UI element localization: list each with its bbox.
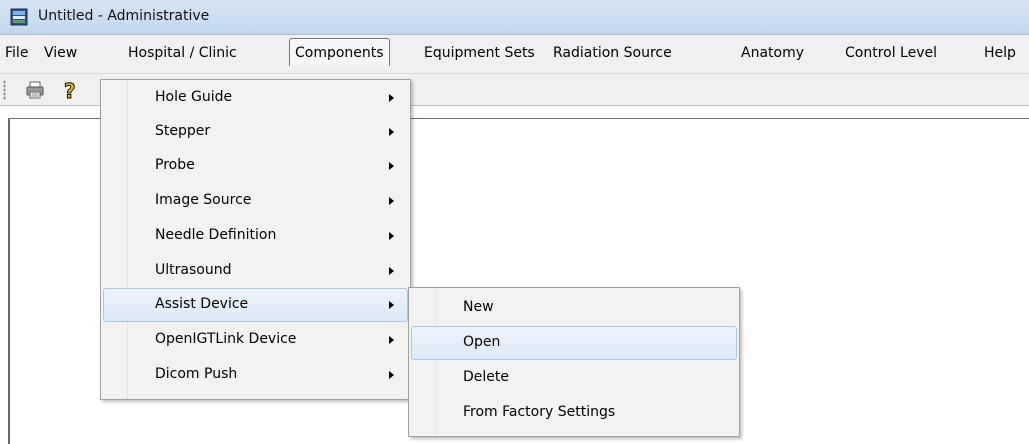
menu-item-label: New [463,299,494,315]
menu-item-assist-device[interactable]: Assist Device [103,288,408,322]
submenu-arrow-icon [389,128,394,136]
menu-item-label: OpenIGTLink Device [155,331,297,347]
menu-view[interactable]: View [44,45,77,61]
menu-item-probe[interactable]: Probe [103,149,408,183]
menu-item-label: Image Source [155,192,252,208]
submenu-arrow-icon [389,267,394,275]
menu-item-label: Delete [463,369,509,385]
submenu-arrow-icon [389,336,394,344]
components-menu: Hole Guide Stepper Probe Image Source Ne… [100,79,411,400]
menu-item-label: Dicom Push [155,366,238,382]
window-title: Untitled - Administrative [38,8,210,24]
menu-item-image-source[interactable]: Image Source [103,184,408,218]
menu-item-delete[interactable]: Delete [411,361,737,395]
menu-item-label: From Factory Settings [463,404,616,420]
menu-bar: File View Hospital / Clinic Components E… [0,35,1029,74]
menu-item-stepper[interactable]: Stepper [103,115,408,149]
assist-device-submenu: New Open Delete From Factory Settings [408,287,740,437]
menu-equipment-sets[interactable]: Equipment Sets [424,45,535,61]
toolbar-grip[interactable] [3,80,6,100]
submenu-arrow-icon [389,162,394,170]
submenu-arrow-icon [389,301,394,309]
menu-item-label: Hole Guide [155,89,233,105]
menu-item-dicom-push[interactable]: Dicom Push [103,358,408,392]
submenu-arrow-icon [389,371,394,379]
menu-item-label: Ultrasound [155,262,232,278]
app-icon [10,8,28,26]
print-icon[interactable] [24,79,46,101]
menu-control-level[interactable]: Control Level [845,45,937,61]
title-bar[interactable]: Untitled - Administrative [0,0,1029,35]
menu-help[interactable]: Help [984,45,1016,61]
menu-item-from-factory-settings[interactable]: From Factory Settings [411,396,737,430]
submenu-arrow-icon [389,197,394,205]
menu-item-open[interactable]: Open [411,326,737,360]
svg-text:?: ? [64,79,76,101]
menu-item-new[interactable]: New [411,291,737,325]
menu-item-needle-definition[interactable]: Needle Definition [103,219,408,253]
menu-item-label: Needle Definition [155,227,277,243]
submenu-arrow-icon [389,232,394,240]
menu-components[interactable]: Components [289,38,390,66]
menu-anatomy[interactable]: Anatomy [741,45,804,61]
menu-item-hole-guide[interactable]: Hole Guide [103,81,408,115]
menu-item-label: Stepper [155,123,211,139]
help-icon[interactable]: ? [60,79,82,101]
menu-item-ultrasound[interactable]: Ultrasound [103,254,408,288]
menu-item-label: Probe [155,157,195,173]
menu-item-label: Assist Device [155,296,249,312]
submenu-arrow-icon [389,94,394,102]
menu-item-label: Open [463,334,501,350]
menu-hospital-clinic[interactable]: Hospital / Clinic [128,45,237,61]
menu-item-openigtlink-device[interactable]: OpenIGTLink Device [103,323,408,357]
menu-radiation-source[interactable]: Radiation Source [553,45,672,61]
menu-file[interactable]: File [5,45,28,61]
